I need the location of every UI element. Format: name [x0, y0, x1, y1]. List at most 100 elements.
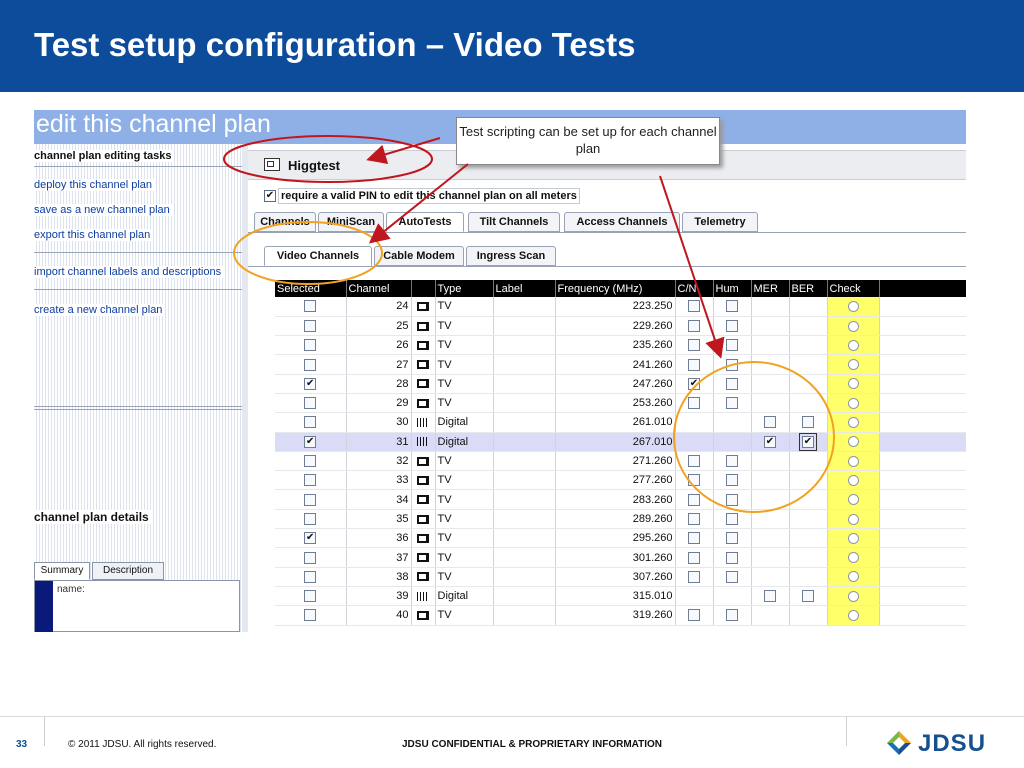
- cn-checkbox[interactable]: [688, 493, 700, 506]
- selected-checkbox[interactable]: ✔: [304, 377, 317, 390]
- hum-checkbox[interactable]: [726, 532, 738, 545]
- tab-description[interactable]: Description: [92, 562, 164, 580]
- hum-checkbox[interactable]: [726, 319, 738, 332]
- cn-checkbox[interactable]: [688, 551, 700, 564]
- label-cell[interactable]: [493, 316, 556, 337]
- hum-checkbox[interactable]: [726, 300, 738, 313]
- selected-checkbox[interactable]: [304, 570, 317, 583]
- tab-summary[interactable]: Summary: [34, 562, 90, 580]
- hum-checkbox[interactable]: [726, 512, 738, 525]
- table-row[interactable]: 34 TV 283.260: [275, 489, 966, 510]
- table-row[interactable]: 32 TV 271.260: [275, 451, 966, 472]
- selected-checkbox[interactable]: ✔: [304, 532, 317, 545]
- column-header-selected[interactable]: Selected: [275, 280, 347, 297]
- column-header-check[interactable]: Check: [827, 280, 880, 297]
- check-radio[interactable]: [847, 339, 859, 351]
- table-row[interactable]: 40 TV 319.260: [275, 605, 966, 626]
- hum-checkbox[interactable]: [726, 358, 738, 371]
- cn-checkbox[interactable]: [688, 319, 700, 332]
- hum-checkbox[interactable]: [726, 339, 738, 352]
- tab-telemetry[interactable]: Telemetry: [682, 212, 758, 232]
- table-row[interactable]: 27 TV 241.260: [275, 354, 966, 375]
- label-cell[interactable]: [493, 412, 556, 433]
- label-cell[interactable]: [493, 354, 556, 375]
- table-row[interactable]: 24 TV 223.250: [275, 297, 966, 317]
- label-cell[interactable]: [493, 489, 556, 510]
- check-radio[interactable]: [847, 378, 859, 390]
- selected-checkbox[interactable]: [304, 512, 317, 525]
- check-radio[interactable]: [847, 320, 859, 332]
- selected-checkbox[interactable]: [304, 319, 317, 332]
- create-new-plan-link[interactable]: create a new channel plan: [34, 304, 165, 316]
- check-radio[interactable]: [847, 397, 859, 409]
- cn-checkbox[interactable]: ✔: [688, 377, 700, 390]
- label-cell[interactable]: [493, 297, 556, 317]
- cn-checkbox[interactable]: [688, 397, 700, 410]
- cn-checkbox[interactable]: [688, 512, 700, 525]
- label-cell[interactable]: [493, 374, 556, 394]
- column-header-frequency[interactable]: Frequency (MHz): [555, 280, 676, 297]
- ber-checkbox[interactable]: [802, 590, 814, 603]
- column-header-label[interactable]: Label: [493, 280, 556, 297]
- table-row[interactable]: 35 TV 289.260: [275, 509, 966, 530]
- column-header-channel[interactable]: Channel: [346, 280, 412, 297]
- check-radio[interactable]: [847, 513, 859, 525]
- table-row[interactable]: 25 TV 229.260: [275, 316, 966, 337]
- label-cell[interactable]: [493, 432, 556, 452]
- selected-checkbox[interactable]: [304, 609, 317, 622]
- subtab-ingress-scan[interactable]: Ingress Scan: [466, 246, 556, 266]
- cn-checkbox[interactable]: [688, 474, 700, 487]
- import-labels-link[interactable]: import channel labels and descriptions: [34, 266, 224, 278]
- column-header-hum[interactable]: Hum: [713, 280, 752, 297]
- label-cell[interactable]: [493, 605, 556, 626]
- column-header-type[interactable]: Type: [435, 280, 494, 297]
- mer-checkbox[interactable]: ✔: [764, 435, 776, 448]
- cn-checkbox[interactable]: [688, 609, 700, 622]
- selected-checkbox[interactable]: [304, 474, 317, 487]
- subtab-video-channels[interactable]: Video Channels: [264, 246, 372, 266]
- hum-checkbox[interactable]: [726, 609, 738, 622]
- check-radio[interactable]: [847, 300, 859, 312]
- table-row[interactable]: ✔ 28 TV 247.260 ✔: [275, 374, 966, 394]
- deploy-plan-link[interactable]: deploy this channel plan: [34, 179, 155, 191]
- ber-checkbox[interactable]: ✔: [799, 432, 817, 451]
- subtab-cable-modem[interactable]: Cable Modem: [374, 246, 464, 266]
- table-row[interactable]: ✔ 36 TV 295.260: [275, 528, 966, 549]
- tab-autotests[interactable]: AutoTests: [386, 212, 464, 232]
- check-radio[interactable]: [847, 455, 859, 467]
- column-header-ber[interactable]: BER: [789, 280, 828, 297]
- table-row[interactable]: ✔ 31 Digital 267.010 ✔ ✔: [275, 432, 966, 452]
- ber-checkbox[interactable]: [802, 416, 814, 429]
- table-row[interactable]: 30 Digital 261.010: [275, 412, 966, 433]
- selected-checkbox[interactable]: [304, 416, 317, 429]
- table-row[interactable]: 37 TV 301.260: [275, 547, 966, 568]
- check-radio[interactable]: [847, 417, 859, 429]
- cn-checkbox[interactable]: [688, 300, 700, 313]
- selected-checkbox[interactable]: [304, 300, 317, 313]
- check-radio[interactable]: [847, 571, 859, 583]
- hum-checkbox[interactable]: [726, 474, 738, 487]
- label-cell[interactable]: [493, 451, 556, 472]
- hum-checkbox[interactable]: [726, 455, 738, 468]
- cn-checkbox[interactable]: [688, 532, 700, 545]
- label-cell[interactable]: [493, 586, 556, 607]
- selected-checkbox[interactable]: [304, 339, 317, 352]
- label-cell[interactable]: [493, 335, 556, 356]
- table-row[interactable]: 39 Digital 315.010: [275, 586, 966, 607]
- selected-checkbox[interactable]: [304, 397, 317, 410]
- mer-checkbox[interactable]: [764, 590, 776, 603]
- check-radio[interactable]: [847, 436, 859, 448]
- table-row[interactable]: 26 TV 235.260: [275, 335, 966, 356]
- cn-checkbox[interactable]: [688, 339, 700, 352]
- check-radio[interactable]: [847, 494, 859, 506]
- label-cell[interactable]: [493, 547, 556, 568]
- selected-checkbox[interactable]: [304, 455, 317, 468]
- tab-channels[interactable]: Channels: [254, 212, 316, 232]
- check-radio[interactable]: [847, 590, 859, 602]
- hum-checkbox[interactable]: [726, 551, 738, 564]
- label-cell[interactable]: [493, 509, 556, 530]
- tab-tilt-channels[interactable]: Tilt Channels: [468, 212, 560, 232]
- selected-checkbox[interactable]: ✔: [304, 435, 317, 448]
- check-radio[interactable]: [847, 474, 859, 486]
- cn-checkbox[interactable]: [688, 358, 700, 371]
